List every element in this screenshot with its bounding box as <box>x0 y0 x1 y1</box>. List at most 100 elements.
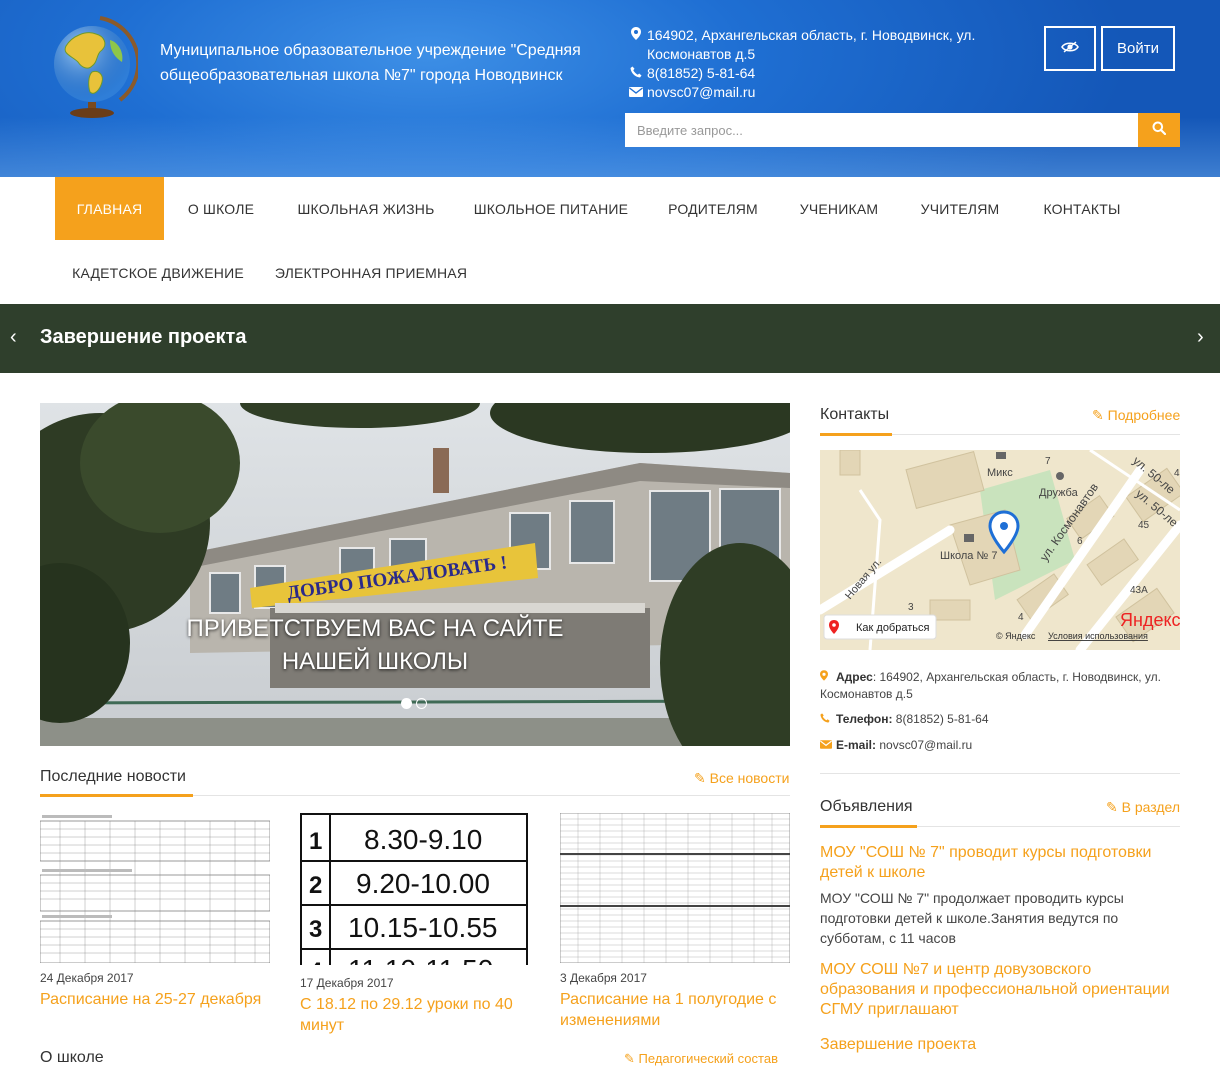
nav-item-teachers[interactable]: Учителям <box>904 177 1016 240</box>
ticker-next-arrow-icon[interactable]: › <box>1197 326 1204 349</box>
map-label-school: Школа № 7 <box>940 550 997 562</box>
contact-address-label: Адрес <box>836 670 873 684</box>
school-photo: ДОБРО ПОЖАЛОВАТЬ ! <box>40 403 790 746</box>
news-date-2: 17 Декабря 2017 <box>300 976 394 990</box>
contact-email-value[interactable]: novsc07@mail.ru <box>876 738 972 752</box>
map-num-6: 6 <box>1077 536 1083 547</box>
ticker-prev-arrow-icon[interactable]: ‹ <box>10 326 17 349</box>
news-title-2[interactable]: С 18.12 по 29.12 уроки по 40 минут <box>300 994 530 1036</box>
pencil-icon: ✎ <box>694 770 706 786</box>
nav-item-e-reception[interactable]: Электронная приемная <box>266 241 476 304</box>
announcements-underline <box>820 825 917 828</box>
lesson-num-2: 2 <box>309 872 322 899</box>
news-image-1[interactable] <box>40 813 270 963</box>
contact-phone: Телефон: 8(81852) 5-81-64 <box>820 711 989 728</box>
search-input[interactable] <box>625 113 1138 147</box>
eye-icon <box>1061 40 1079 57</box>
map-num-45: 45 <box>1138 520 1150 531</box>
nav-item-cadet[interactable]: Кадетское движение <box>60 241 256 304</box>
announcement-title-3[interactable]: Завершение проекта <box>820 1035 1180 1055</box>
all-news-link[interactable]: ✎ Все новости <box>694 770 789 787</box>
nav-item-school-meals[interactable]: Школьное питание <box>460 177 642 240</box>
nav-item-home[interactable]: Главная <box>55 177 164 240</box>
slider-dot-1[interactable] <box>401 698 412 709</box>
school-name[interactable]: Муниципальное образовательное учреждение… <box>160 38 600 88</box>
site-header: Муниципальное образовательное учреждение… <box>0 0 1220 177</box>
nav-item-students[interactable]: Ученикам <box>786 177 892 240</box>
yandex-logo: Яндекс <box>1120 610 1180 630</box>
news-date-1: 24 Декабря 2017 <box>40 971 134 985</box>
lesson-time-4: 11.10-11.50 <box>348 954 493 965</box>
map-num-4b: 4 <box>1174 468 1180 479</box>
announcements-link[interactable]: ✎ В раздел <box>1106 799 1180 816</box>
news-title-3[interactable]: Расписание на 1 полугодие с изменениями <box>560 989 790 1031</box>
map-terms-link[interactable]: Условия использования <box>1048 631 1148 641</box>
login-button[interactable]: Войти <box>1101 26 1175 71</box>
pencil-icon: ✎ <box>1092 407 1104 423</box>
ticker-title[interactable]: Завершение проекта <box>40 326 246 349</box>
staff-link[interactable]: ✎ Педагогический состав <box>624 1051 778 1067</box>
phone-icon <box>625 64 647 83</box>
contacts-more-label: Подробнее <box>1107 407 1181 423</box>
news-image-3[interactable] <box>560 813 790 963</box>
envelope-icon <box>820 737 836 754</box>
header-email-row: novsc07@mail.ru <box>625 83 1015 102</box>
nav-item-about[interactable]: О школе <box>172 177 270 240</box>
all-news-label: Все новости <box>709 770 790 786</box>
announcements-link-label: В раздел <box>1121 799 1181 815</box>
slider-caption-line2: НАШЕЙ ШКОЛЫ <box>281 648 469 675</box>
map-marker-icon <box>820 669 836 686</box>
map-num-43a: 43А <box>1130 585 1148 596</box>
announcements-section-title: Объявления <box>820 798 913 815</box>
header-phone-row: 8(81852) 5-81-64 <box>625 64 1015 83</box>
nav-item-school-life[interactable]: Школьная жизнь <box>280 177 452 240</box>
slider-dots <box>401 698 427 709</box>
about-section-title: О школе <box>40 1049 104 1066</box>
contact-email-label: E-mail: <box>836 738 877 752</box>
header-phone[interactable]: 8(81852) 5-81-64 <box>647 64 755 83</box>
pencil-icon: ✎ <box>624 1051 635 1066</box>
main-navigation: Главная О школе Школьная жизнь Школьное … <box>0 177 1220 304</box>
lesson-num-3: 3 <box>309 916 322 943</box>
search-button[interactable] <box>1138 113 1180 147</box>
map-num-7: 7 <box>1045 456 1051 467</box>
news-date-3: 3 Декабря 2017 <box>560 971 647 985</box>
slider-dot-2[interactable] <box>416 698 427 709</box>
news-underline <box>40 794 193 797</box>
lesson-time-3: 10.15-10.55 <box>348 912 497 943</box>
pencil-icon: ✎ <box>1106 799 1118 815</box>
contact-phone-value[interactable]: 8(81852) 5-81-64 <box>892 712 989 726</box>
nav-item-contacts[interactable]: Контакты <box>1026 177 1138 240</box>
slider-caption-line1: ПРИВЕТСТВУЕМ ВАС НА САЙТЕ <box>186 615 564 642</box>
search-bar <box>625 113 1180 147</box>
contacts-bottom-divider <box>820 773 1180 774</box>
yandex-map[interactable]: Микс Дружба Школа № 7 ул. Космонавтов Но… <box>820 450 1180 650</box>
lesson-time-2: 9.20-10.00 <box>356 868 490 899</box>
header-contacts: 164902, Архангельская область, г. Новодв… <box>625 26 1015 102</box>
lesson-num-1: 1 <box>309 828 322 855</box>
lesson-num-4: 4 <box>309 958 323 965</box>
hero-slider[interactable]: ДОБРО ПОЖАЛОВАТЬ ! › <box>40 403 790 746</box>
phone-icon <box>820 711 836 728</box>
news-title-1[interactable]: Расписание на 25-27 декабря <box>40 989 270 1010</box>
contact-email: E-mail: novsc07@mail.ru <box>820 737 972 754</box>
news-ticker: ‹ Завершение проекта › <box>0 304 1220 373</box>
map-copyright: © Яндекс <box>996 631 1036 641</box>
news-image-2[interactable]: 1 8.30-9.10 2 9.20-10.00 3 10.15-10.55 4… <box>300 813 528 965</box>
contacts-section-title: Контакты <box>820 406 890 423</box>
map-num-4: 4 <box>1018 612 1024 623</box>
header-email[interactable]: novsc07@mail.ru <box>647 83 755 102</box>
header-address: 164902, Архангельская область, г. Новодв… <box>647 27 976 62</box>
map-route-button[interactable]: Как добраться <box>856 622 929 634</box>
nav-item-parents[interactable]: Родителям <box>650 177 776 240</box>
map-marker-icon <box>625 26 647 45</box>
contacts-underline <box>820 433 892 436</box>
contacts-more-link[interactable]: ✎ Подробнее <box>1092 407 1180 424</box>
announcement-title-1[interactable]: МОУ "СОШ № 7" проводит курсы подготовки … <box>820 843 1180 883</box>
announcement-title-2[interactable]: МОУ СОШ №7 и центр довузовского образова… <box>820 960 1180 1020</box>
announcement-text-1: МОУ "СОШ № 7" продолжает проводить курсы… <box>820 890 1124 946</box>
map-num-3: 3 <box>908 602 914 613</box>
envelope-icon <box>625 83 647 102</box>
accessibility-button[interactable] <box>1044 26 1096 71</box>
globe-logo-icon[interactable] <box>48 14 141 118</box>
